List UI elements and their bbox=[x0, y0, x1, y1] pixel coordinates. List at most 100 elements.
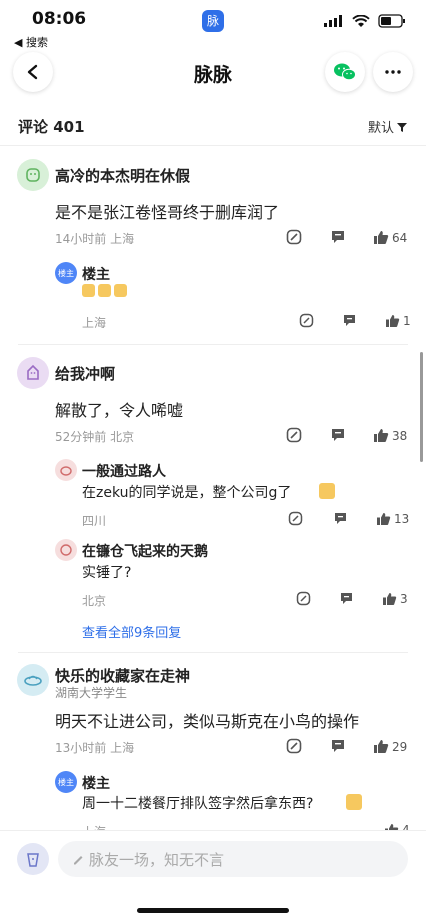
like-button[interactable]: 29 bbox=[373, 739, 407, 754]
edit-reply-button[interactable] bbox=[299, 313, 314, 328]
reply-text: 周一十二楼餐厅排队签字然后拿东西? bbox=[82, 796, 314, 812]
comment-text: 解散了，令人唏嘘 bbox=[55, 401, 184, 420]
emoji-badge bbox=[319, 483, 335, 499]
thumbs-up-icon bbox=[383, 593, 397, 605]
avatar-creature-icon bbox=[26, 168, 40, 182]
op-tag: 楼主 bbox=[58, 777, 74, 787]
comment-meta: 14小时前 上海 bbox=[55, 232, 135, 246]
back-to-search-link[interactable]: ◀ 搜索 bbox=[14, 34, 48, 50]
avatar[interactable]: 楼主 bbox=[55, 771, 77, 793]
edit-reply-button[interactable] bbox=[296, 591, 311, 606]
status-icons bbox=[324, 14, 406, 28]
like-count: 29 bbox=[392, 739, 408, 754]
edit-reply-button[interactable] bbox=[288, 511, 303, 526]
comment-input[interactable]: 脉友一场，知无不言 bbox=[58, 841, 408, 877]
reply-text: 在zeku的同学说是，整个公司g了 bbox=[82, 485, 292, 501]
like-button[interactable]: 38 bbox=[373, 428, 407, 443]
app-badge: 脉 bbox=[202, 10, 224, 32]
comment-count: 评论 401 bbox=[18, 118, 85, 136]
reply-author[interactable]: 楼主 bbox=[82, 773, 110, 793]
filter-icon bbox=[397, 122, 407, 132]
emoji-badge bbox=[98, 284, 111, 297]
comment-bubble-icon bbox=[332, 740, 344, 752]
author-school: 湖南大学学生 bbox=[55, 686, 128, 700]
comment-bubble-icon bbox=[335, 513, 346, 524]
avatar[interactable]: 楼主 bbox=[55, 262, 77, 284]
reply-button[interactable] bbox=[330, 738, 346, 754]
status-bar: 08:06 ◀ 搜索 脉 bbox=[0, 0, 426, 50]
thumbs-up-icon bbox=[374, 231, 389, 244]
compose-icon bbox=[288, 511, 303, 526]
comment-bubble-icon bbox=[332, 429, 344, 441]
pencil-icon bbox=[74, 856, 83, 865]
view-all-replies-link[interactable]: 查看全部9条回复 bbox=[82, 622, 181, 641]
like-button[interactable]: 64 bbox=[373, 230, 407, 245]
sort-button[interactable]: 默认 bbox=[368, 117, 408, 136]
comment-bubble-icon bbox=[341, 593, 352, 604]
edit-comment-button[interactable] bbox=[286, 229, 302, 245]
reply-meta: 四川 bbox=[82, 514, 107, 528]
reply-author[interactable]: 在镰仓飞起来的天鹅 bbox=[82, 541, 208, 561]
comment-author[interactable]: 高冷的本杰明在休假 bbox=[55, 165, 190, 186]
reply-button[interactable] bbox=[330, 229, 346, 245]
like-button[interactable]: 3 bbox=[382, 592, 408, 606]
like-count: 1 bbox=[403, 314, 411, 328]
like-button[interactable]: 13 bbox=[376, 512, 409, 526]
comment-text: 明天不让进公司，类似马斯克在小鸟的操作 bbox=[55, 712, 360, 731]
emoji-badge bbox=[346, 794, 362, 810]
avatar-creature-icon bbox=[60, 544, 72, 556]
comment-bubble-icon bbox=[344, 315, 355, 326]
reply-meta: 北京 bbox=[82, 594, 107, 608]
comment-text: 是不是张江卷怪哥终于删库润了 bbox=[55, 203, 280, 222]
reply-author[interactable]: 楼主 bbox=[82, 264, 110, 284]
avatar[interactable] bbox=[55, 459, 77, 481]
comments-bar: 评论 401 默认 bbox=[0, 104, 426, 146]
reply-button[interactable] bbox=[333, 511, 348, 526]
avatar[interactable] bbox=[55, 539, 77, 561]
comment-author[interactable]: 快乐的收藏家在走神 bbox=[55, 665, 190, 686]
like-count: 64 bbox=[392, 230, 408, 245]
edit-comment-button[interactable] bbox=[286, 738, 302, 754]
avatar-creature-icon bbox=[60, 466, 72, 476]
compose-icon bbox=[299, 313, 314, 328]
edit-comment-button[interactable] bbox=[286, 427, 302, 443]
divider bbox=[18, 652, 408, 653]
reply-author[interactable]: 一般通过路人 bbox=[82, 461, 166, 481]
reply-text: 实锤了? bbox=[82, 565, 132, 581]
compose-icon bbox=[296, 591, 311, 606]
reply-button[interactable] bbox=[339, 591, 354, 606]
reply-button[interactable] bbox=[330, 427, 346, 443]
like-count: 3 bbox=[400, 592, 408, 606]
scrollbar[interactable] bbox=[420, 352, 423, 462]
wechat-icon bbox=[334, 63, 356, 81]
my-avatar[interactable] bbox=[17, 843, 49, 875]
thumbs-up-icon bbox=[377, 513, 391, 525]
reply-button[interactable] bbox=[342, 313, 357, 328]
compose-icon bbox=[286, 738, 302, 754]
emoji-badge bbox=[82, 284, 95, 297]
comment-bubble-icon bbox=[332, 231, 344, 243]
avatar-creature-icon bbox=[24, 675, 42, 686]
compose-icon bbox=[286, 229, 302, 245]
home-indicator[interactable] bbox=[137, 908, 289, 913]
emoji-badge bbox=[114, 284, 127, 297]
reply-badges bbox=[82, 284, 130, 297]
avatar[interactable] bbox=[17, 159, 49, 191]
thumbs-up-icon bbox=[374, 429, 389, 442]
divider bbox=[18, 344, 408, 345]
signal-icon bbox=[324, 15, 342, 27]
wechat-share-button[interactable] bbox=[325, 52, 365, 92]
nav-header: 脉脉 bbox=[0, 50, 426, 102]
avatar-creature-icon bbox=[27, 364, 39, 380]
thumbs-up-icon bbox=[386, 315, 400, 327]
like-count: 38 bbox=[392, 428, 408, 443]
comment-author[interactable]: 给我冲啊 bbox=[55, 363, 115, 384]
comment-meta: 13小时前 上海 bbox=[55, 741, 135, 755]
comment-meta: 52分钟前 北京 bbox=[55, 430, 135, 444]
thumbs-up-icon bbox=[374, 740, 389, 753]
comment-input-placeholder: 脉友一场，知无不言 bbox=[89, 850, 225, 869]
like-button[interactable]: 1 bbox=[385, 314, 411, 328]
avatar[interactable] bbox=[17, 664, 49, 696]
more-options-button[interactable] bbox=[373, 52, 413, 92]
avatar[interactable] bbox=[17, 357, 49, 389]
